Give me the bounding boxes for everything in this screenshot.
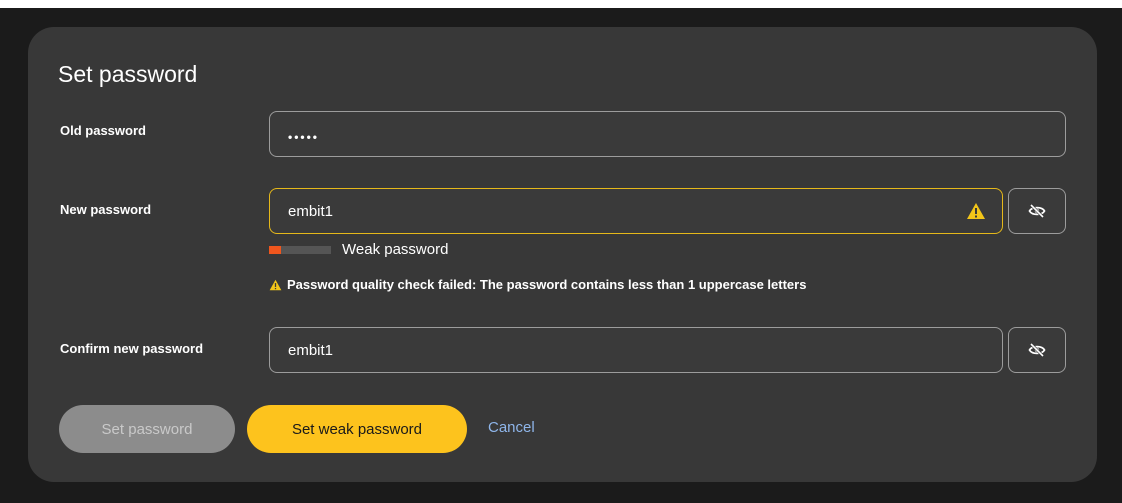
old-password-label: Old password bbox=[60, 123, 146, 138]
new-password-value: embit1 bbox=[288, 202, 334, 220]
set-password-dialog: Set password Old password ••••• New pass… bbox=[28, 27, 1097, 482]
toggle-confirm-password-visibility-button[interactable] bbox=[1008, 327, 1066, 373]
new-password-input[interactable]: embit1 bbox=[269, 188, 1003, 234]
eye-slash-icon bbox=[1028, 204, 1046, 218]
strength-bar bbox=[269, 245, 331, 254]
dialog-title: Set password bbox=[58, 61, 198, 87]
strength-bar-fill bbox=[269, 245, 282, 254]
toggle-new-password-visibility-button[interactable] bbox=[1008, 188, 1066, 234]
confirm-password-label: Confirm new password bbox=[60, 341, 204, 356]
eye-slash-icon bbox=[1028, 343, 1046, 357]
set-password-button[interactable]: Set password bbox=[59, 405, 235, 453]
password-hint-text: Password quality check failed: The passw… bbox=[287, 277, 807, 292]
backdrop-top-strip bbox=[0, 0, 1122, 8]
new-password-label: New password bbox=[60, 202, 152, 217]
set-weak-password-button[interactable]: Set weak password bbox=[247, 405, 467, 453]
warning-icon bbox=[967, 203, 985, 219]
confirm-password-input[interactable]: embit1 bbox=[269, 327, 1003, 373]
password-hint: Password quality check failed: The passw… bbox=[269, 277, 806, 292]
password-strength-meter: Weak password bbox=[269, 241, 448, 258]
confirm-password-value: embit1 bbox=[288, 341, 334, 359]
cancel-link[interactable]: Cancel bbox=[488, 419, 535, 436]
old-password-value: ••••• bbox=[288, 130, 320, 144]
warning-icon bbox=[269, 279, 282, 290]
strength-label: Weak password bbox=[342, 241, 449, 258]
old-password-input[interactable]: ••••• bbox=[269, 111, 1066, 157]
